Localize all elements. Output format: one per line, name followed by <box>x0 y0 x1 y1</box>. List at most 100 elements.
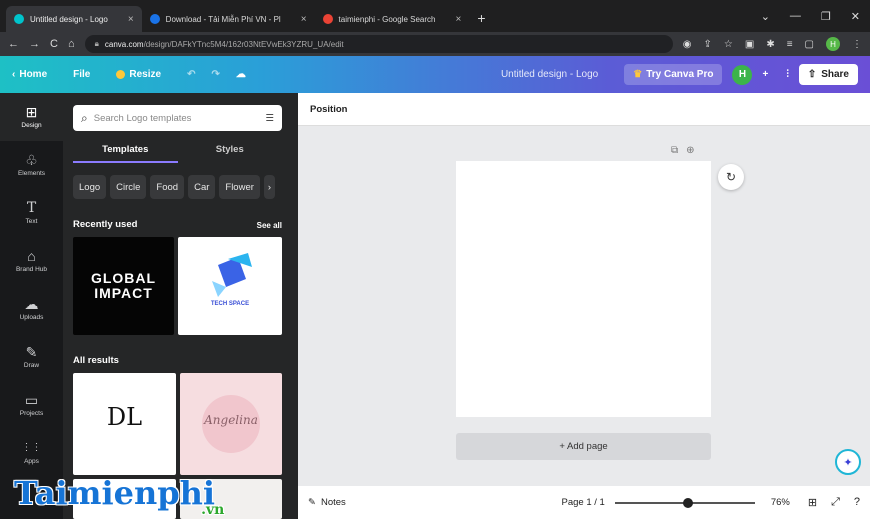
add-page-button[interactable]: + Add page <box>456 433 711 460</box>
template-thumbnail-global-impact[interactable]: GLOBAL IMPACT <box>73 237 174 335</box>
forward-icon[interactable]: → <box>29 38 40 50</box>
browser-menu-icon[interactable]: ⋮ <box>852 39 862 50</box>
undo-icon[interactable]: ↶ <box>187 69 195 80</box>
close-tab-icon[interactable]: × <box>128 14 134 25</box>
try-canva-pro-button[interactable]: ♛ Try Canva Pro <box>624 64 723 85</box>
zoom-slider-handle[interactable] <box>682 497 693 508</box>
tab-search-icon[interactable]: ⌄ <box>761 10 770 23</box>
rail-item-uploads[interactable]: ☁ Uploads <box>0 285 63 333</box>
chip-logo[interactable]: Logo <box>73 175 107 199</box>
rail-item-apps[interactable]: ⋮⋮ Apps <box>0 429 63 477</box>
chip-car[interactable]: Car <box>188 175 216 199</box>
share-page-icon[interactable]: ⇪ <box>704 39 712 50</box>
rail-label: Draw <box>23 362 40 369</box>
chip-circle[interactable]: Circle <box>110 175 147 199</box>
rail-item-projects[interactable]: ▭ Projects <box>0 381 63 429</box>
home-button[interactable]: ‹ Home <box>12 69 47 80</box>
panel-tabs: Templates Styles <box>73 141 282 163</box>
user-avatar[interactable]: H <box>732 64 753 85</box>
zoom-level[interactable]: 76% <box>771 497 790 508</box>
redo-icon[interactable]: ↷ <box>211 69 219 80</box>
templates-panel: ⌕ Search Logo templates ☰ Templates Styl… <box>63 93 298 519</box>
help-icon[interactable]: ? <box>854 496 860 509</box>
cloud-save-icon[interactable]: ☁ <box>236 69 246 80</box>
rail-item-design[interactable]: ⊞ Design <box>0 93 63 141</box>
maximize-icon[interactable]: ❐ <box>821 10 831 23</box>
rail-item-elements[interactable]: ♧ Elements <box>0 141 63 189</box>
rail-item-brand-hub[interactable]: ⌂ Brand Hub <box>0 237 63 285</box>
browser-tab-download[interactable]: Download - Tải Miễn Phí VN - Pl × <box>142 6 315 32</box>
try-pro-label: Try Canva Pro <box>646 69 714 80</box>
new-tab-icon[interactable]: + <box>477 10 485 26</box>
url-path: /design/DAFkYTnc5M4/162r03NtEVwEk3YZRU_U… <box>143 39 344 49</box>
close-tab-icon[interactable]: × <box>455 14 461 25</box>
template-thumbnail-tech-space[interactable]: TECH SPACE <box>178 237 282 335</box>
chip-food[interactable]: Food <box>150 175 185 199</box>
fullscreen-icon[interactable]: ⤢ <box>831 496 840 509</box>
reading-list-icon[interactable]: ≡ <box>787 39 793 50</box>
close-window-icon[interactable]: ✕ <box>851 10 860 23</box>
profile-avatar[interactable]: H <box>826 37 840 51</box>
add-page-icon[interactable]: ⊕ <box>686 145 694 156</box>
url-domain: canva.com <box>104 39 144 49</box>
magic-sparkle-icon[interactable]: ✦ <box>835 449 861 475</box>
side-panel-icon[interactable]: ▢ <box>805 39 814 50</box>
tab-styles[interactable]: Styles <box>178 141 283 163</box>
bookmark-star-icon[interactable]: ☆ <box>724 39 733 50</box>
tab-title: taimienphi - Google Search <box>338 14 436 24</box>
tab-templates[interactable]: Templates <box>73 141 178 163</box>
file-menu-button[interactable]: File <box>73 69 90 80</box>
extension-icon[interactable]: ◉ <box>683 39 692 50</box>
design-title[interactable]: Untitled design - Logo <box>501 69 598 80</box>
browser-toolbar: ← → C ⌂ 🔒︎ canva.com/design/DAFkYTnc5M4/… <box>0 32 870 56</box>
extension-icon[interactable]: ▣ <box>745 39 754 50</box>
back-icon[interactable]: ← <box>8 38 19 50</box>
bottom-bar: ✎ Notes Page 1 / 1 76% ⊞ ⤢ ? <box>298 486 870 519</box>
browser-tab-canva[interactable]: Untitled design - Logo × <box>6 6 142 32</box>
uploads-icon: ☁ <box>24 296 39 312</box>
reload-icon[interactable]: C <box>50 38 58 50</box>
home-icon[interactable]: ⌂ <box>68 38 75 50</box>
resize-button[interactable]: Resize <box>116 69 161 80</box>
crown-icon: ♛ <box>633 69 643 80</box>
template-thumbnail-angelina[interactable]: Angelina <box>180 373 282 475</box>
minimize-icon[interactable]: — <box>790 10 801 22</box>
add-collaborator-icon[interactable]: + <box>762 69 768 80</box>
share-button[interactable]: ⇧ Share <box>798 64 858 85</box>
chevron-right-icon[interactable]: › <box>263 175 276 199</box>
design-canvas[interactable] <box>456 161 711 417</box>
chevron-left-icon: ‹ <box>12 69 16 80</box>
insights-icon[interactable]: ⫶ <box>786 69 789 80</box>
rail-item-draw[interactable]: ✎ Draw <box>0 333 63 381</box>
address-bar[interactable]: 🔒︎ canva.com/design/DAFkYTnc5M4/162r03Nt… <box>84 35 673 53</box>
refresh-icon[interactable]: ↻ <box>718 164 744 190</box>
template-thumbnail-dl[interactable]: DL <box>73 373 176 475</box>
search-placeholder: Search Logo templates <box>93 112 192 124</box>
text-icon: T <box>26 200 37 216</box>
download-favicon-icon <box>149 14 160 24</box>
close-tab-icon[interactable]: × <box>301 14 307 25</box>
notes-icon: ✎ <box>308 497 316 508</box>
upload-icon: ⇧ <box>807 69 817 80</box>
grid-view-icon[interactable]: ⊞ <box>808 496 817 509</box>
google-favicon-icon <box>322 14 333 24</box>
zoom-slider[interactable] <box>614 497 755 508</box>
chip-flower[interactable]: Flower <box>219 175 260 199</box>
browser-tab-google[interactable]: taimienphi - Google Search × <box>315 6 470 32</box>
rail-label: Apps <box>24 458 39 465</box>
duplicate-page-icon[interactable]: ⧉ <box>671 145 678 156</box>
see-all-link[interactable]: See all <box>257 221 282 230</box>
share-label: Share <box>821 69 849 80</box>
page-actions: ⧉ ⊕ <box>671 145 695 156</box>
crown-icon <box>116 70 126 79</box>
puzzle-icon[interactable]: ✱ <box>766 39 774 50</box>
rail-item-text[interactable]: T Text <box>0 189 63 237</box>
file-label: File <box>73 69 91 80</box>
search-input[interactable]: ⌕ Search Logo templates ☰ <box>73 105 282 131</box>
filter-icon[interactable]: ☰ <box>265 113 274 124</box>
page-indicator[interactable]: Page 1 / 1 <box>562 497 605 508</box>
position-button[interactable]: Position <box>298 93 870 126</box>
notes-button[interactable]: ✎ Notes <box>308 497 346 508</box>
taimienphi-watermark-logo: Taimienphi .vn <box>14 474 224 518</box>
watermark-main: Taimienphi <box>14 474 216 512</box>
